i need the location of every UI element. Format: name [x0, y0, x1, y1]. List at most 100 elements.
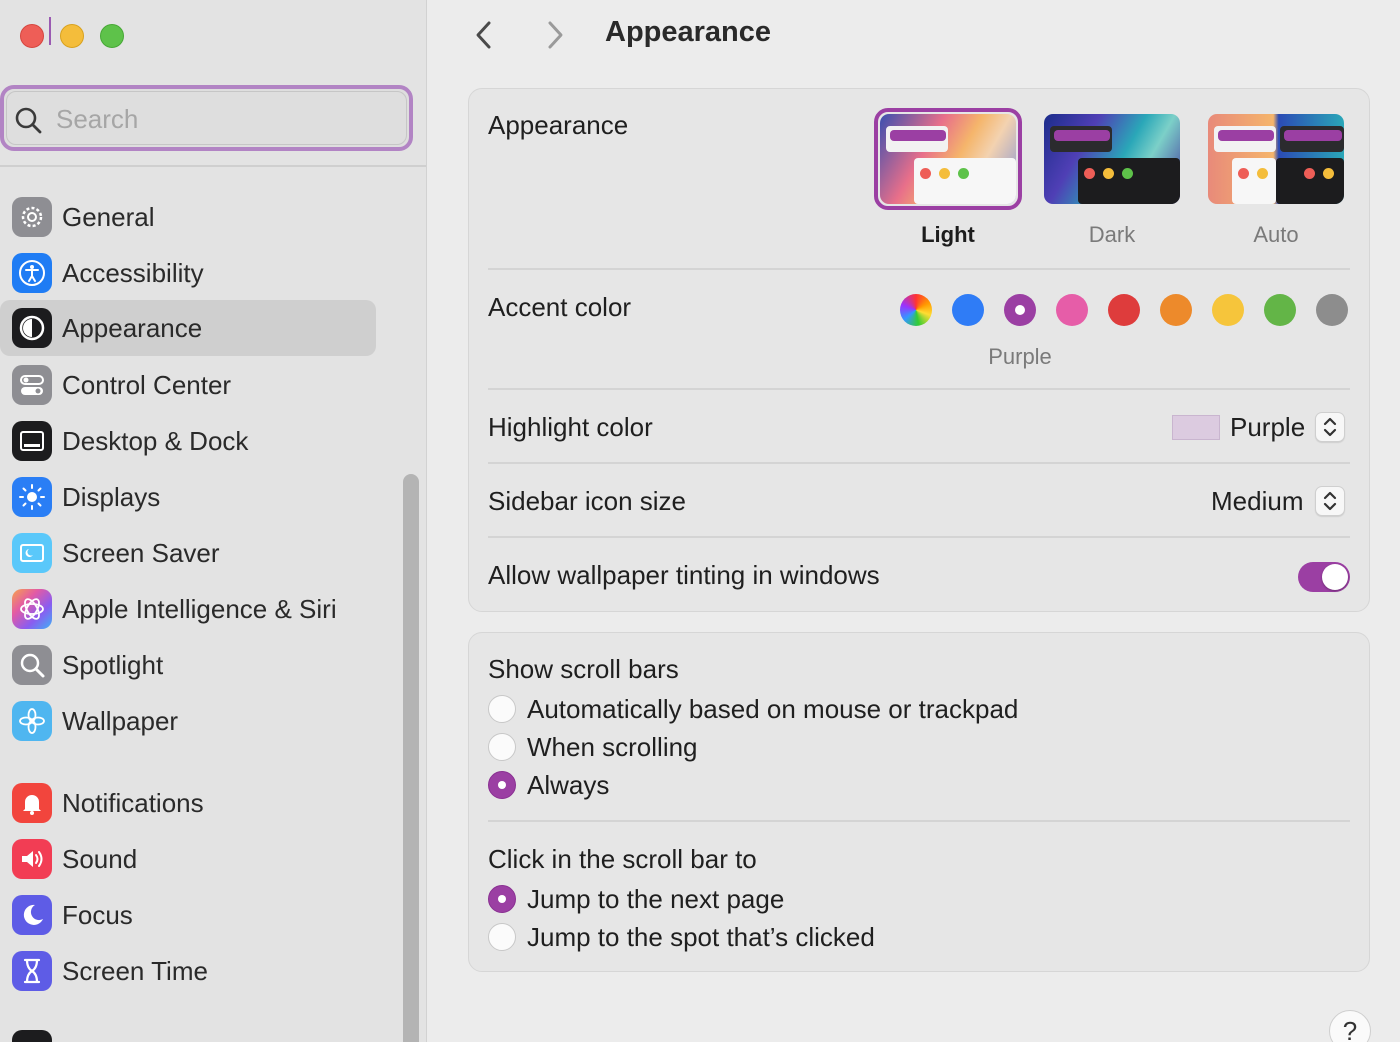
appearance-option-dark[interactable] [1038, 108, 1186, 210]
control-center-icon [12, 365, 52, 405]
highlight-color-swatch [1172, 415, 1220, 440]
sidebar-item-label: Appearance [62, 313, 203, 343]
accent-color-orange[interactable] [1160, 294, 1192, 326]
screen-saver-icon [12, 533, 52, 573]
bell-icon [12, 783, 52, 823]
back-chevron-icon[interactable] [467, 18, 501, 52]
show-scroll-bars-label: Show scroll bars [488, 654, 679, 684]
accent-color-name: Purple [988, 344, 1052, 369]
sidebar-item-label: Screen Time [62, 956, 208, 986]
accent-color-graphite[interactable] [1316, 294, 1348, 326]
sidebar-item-label: Focus [62, 900, 133, 930]
appearance-option-label: Dark [1088, 222, 1136, 247]
sidebar-item-label: Wallpaper [62, 706, 179, 736]
accent-color-yellow[interactable] [1212, 294, 1244, 326]
text-cursor [49, 17, 51, 45]
sidebar-item-label: Sound [62, 844, 138, 874]
speaker-icon [12, 839, 52, 879]
dark-preview-image [1044, 114, 1180, 204]
sidebar-item-control-center[interactable]: Control Center [0, 357, 376, 413]
sidebar-item-label: Displays [62, 482, 161, 512]
accent-color-green[interactable] [1264, 294, 1296, 326]
sidebar-item-label: Accessibility [62, 258, 204, 288]
partial-icon [12, 1030, 52, 1042]
sidebar-item-screen-saver[interactable]: Screen Saver [0, 525, 376, 581]
sidebar-item-appearance[interactable]: Appearance [0, 300, 376, 356]
up-down-chevron-icon [1323, 417, 1337, 437]
light-preview-image [880, 114, 1016, 204]
sidebar-icon-size-value[interactable]: Medium [1211, 486, 1303, 517]
appearance-option-auto[interactable] [1202, 108, 1350, 210]
sidebar-item-sound[interactable]: Sound [0, 831, 376, 887]
sidebar-item-label: Notifications [62, 788, 204, 818]
sidebar-item-accessibility[interactable]: Accessibility [0, 245, 376, 301]
divider [488, 820, 1350, 822]
sidebar-item-notifications[interactable]: Notifications [0, 775, 376, 831]
wallpaper-tinting-label: Allow wallpaper tinting in windows [488, 560, 880, 590]
search-field[interactable] [0, 85, 413, 151]
accent-color-pink[interactable] [1056, 294, 1088, 326]
sidebar-item-label: Screen Saver [62, 538, 220, 568]
toggle-knob [1322, 564, 1348, 590]
accent-color-purple[interactable] [1004, 294, 1036, 326]
sidebar-item-label: Desktop & Dock [62, 426, 249, 456]
close-window-button[interactable] [20, 24, 44, 48]
divider [488, 536, 1350, 538]
magnifier-icon [12, 645, 52, 685]
divider [488, 388, 1350, 390]
search-icon [15, 107, 42, 134]
appearance-option-label: Light [921, 222, 975, 247]
search-input[interactable] [56, 100, 396, 138]
highlight-color-popup-button[interactable] [1315, 412, 1345, 442]
sidebar: General Accessibility Appearance Control… [0, 0, 427, 1042]
radio-scroll-always[interactable] [488, 771, 516, 799]
radio-label: Jump to the spot that’s clicked [527, 922, 875, 952]
appearance-option-light[interactable] [874, 108, 1022, 210]
click-scroll-bar-label: Click in the scroll bar to [488, 844, 757, 874]
moon-icon [12, 895, 52, 935]
sidebar-item-general[interactable]: General [0, 189, 376, 245]
minimize-window-button[interactable] [60, 24, 84, 48]
appearance-option-label: Auto [1253, 222, 1299, 247]
hourglass-icon [12, 951, 52, 991]
siri-icon [12, 589, 52, 629]
highlight-color-value[interactable]: Purple [1230, 412, 1305, 443]
sidebar-item-spotlight[interactable]: Spotlight [0, 637, 376, 693]
sun-icon [12, 477, 52, 517]
sidebar-item-screen-time[interactable]: Screen Time [0, 943, 376, 999]
wallpaper-tinting-toggle[interactable] [1298, 562, 1350, 592]
radio-scroll-auto[interactable] [488, 695, 516, 723]
dock-icon [12, 421, 52, 461]
radio-label: Automatically based on mouse or trackpad [527, 694, 1019, 724]
sidebar-item-apple-intelligence-siri[interactable]: Apple Intelligence & Siri [0, 581, 376, 637]
accent-color-blue[interactable] [952, 294, 984, 326]
sidebar-item-desktop-dock[interactable]: Desktop & Dock [0, 413, 376, 469]
gear-icon [12, 197, 52, 237]
sidebar-item-displays[interactable]: Displays [0, 469, 376, 525]
page-title: Appearance [605, 16, 772, 48]
sidebar-item-wallpaper[interactable]: Wallpaper [0, 693, 376, 749]
radio-jump-to-spot[interactable] [488, 923, 516, 951]
highlight-color-label: Highlight color [488, 412, 653, 442]
accessibility-icon [12, 253, 52, 293]
accent-color-multicolor[interactable] [900, 294, 932, 326]
divider [488, 462, 1350, 464]
radio-scroll-when-scrolling[interactable] [488, 733, 516, 761]
radio-label: Jump to the next page [527, 884, 785, 914]
radio-label: Always [527, 770, 610, 800]
sidebar-item-partial[interactable] [0, 1022, 376, 1042]
sidebar-divider [0, 165, 426, 167]
sidebar-icon-size-label: Sidebar icon size [488, 486, 686, 516]
accent-color-red[interactable] [1108, 294, 1140, 326]
radio-label: When scrolling [527, 732, 698, 762]
zoom-window-button[interactable] [100, 24, 124, 48]
sidebar-item-label: General [62, 202, 155, 232]
radio-jump-next-page[interactable] [488, 885, 516, 913]
sidebar-item-focus[interactable]: Focus [0, 887, 376, 943]
sidebar-item-label: Apple Intelligence & Siri [62, 594, 337, 624]
appearance-icon [12, 308, 52, 348]
sidebar-icon-size-popup-button[interactable] [1315, 486, 1345, 516]
divider [488, 268, 1350, 270]
forward-chevron-icon[interactable] [538, 18, 572, 52]
sidebar-scrollbar[interactable] [403, 474, 419, 1042]
